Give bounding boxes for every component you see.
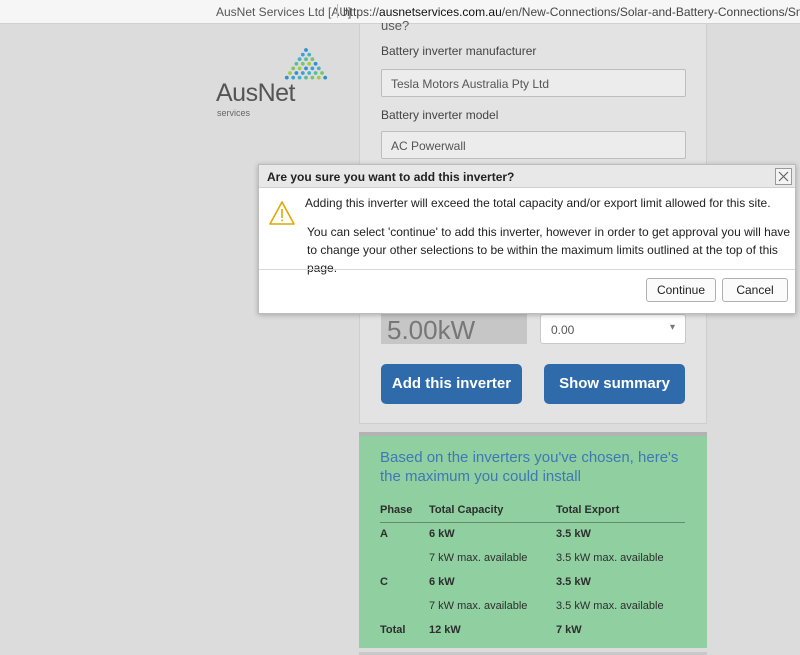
dialog-divider [259, 269, 795, 270]
export-limit-select[interactable]: 0.00 ▾ [540, 314, 686, 344]
manufacturer-field[interactable]: Tesla Motors Australia Pty Ltd [381, 69, 686, 97]
cell-phase: A [380, 528, 388, 541]
cell-phase: C [380, 576, 388, 588]
url-prefix: https:// [343, 5, 380, 19]
cell-phase: Total [380, 624, 406, 636]
warning-icon [269, 201, 295, 225]
capacity-display: 5.00kW [381, 314, 527, 345]
dialog-title: Are you sure you want to add this invert… [267, 170, 515, 184]
cell-capacity: 7 kW max. available [429, 600, 528, 612]
cell-phase [380, 546, 429, 570]
cell-export: 3.5 kW max. available [556, 600, 664, 612]
show-summary-button[interactable]: Show summary [544, 364, 685, 404]
table-row: Total 12 kW 7 kW [380, 618, 685, 642]
model-field[interactable]: AC Powerwall [381, 131, 686, 159]
close-icon[interactable] [775, 168, 792, 185]
cell-capacity: 12 kW [429, 624, 461, 636]
header-total-capacity: Total Capacity [429, 498, 556, 523]
ausnet-logo[interactable]: AusNet services [216, 44, 336, 124]
site-identity: AusNet Services Ltd [AU] [216, 5, 352, 19]
table-row: 7 kW max. available 3.5 kW max. available [380, 594, 685, 618]
summary-table: Phase Total Capacity Total Export A 6 kW 3… [380, 498, 685, 642]
export-limit-value: 0.00 [551, 323, 575, 337]
chevron-down-icon: ▾ [669, 322, 675, 333]
dialog-message-exceed: Adding this inverter will exceed the tot… [305, 196, 771, 210]
cell-export: 3.5 kW [556, 528, 591, 541]
summary-panel: Based on the inverters you've chosen, he… [359, 432, 707, 648]
cell-export: 3.5 kW max. available [556, 552, 664, 564]
dialog-header: Are you sure you want to add this invert… [259, 165, 795, 188]
summary-title: Based on the inverters you've chosen, he… [380, 449, 679, 485]
table-row: C 6 kW 3.5 kW [380, 570, 685, 594]
address-text[interactable]: https://ausnetservices.com.au/en/New-Con… [343, 5, 800, 19]
summary-header-row: Phase Total Capacity Total Export [380, 498, 685, 523]
cell-export: 7 kW [556, 624, 582, 636]
truncated-question: use? [381, 18, 410, 33]
logo-subtext: services [217, 108, 251, 118]
header-phase: Phase [380, 498, 429, 523]
table-row: A 6 kW 3.5 kW [380, 522, 685, 546]
url-host: ausnetservices.com.au [379, 5, 502, 19]
confirm-dialog: Are you sure you want to add this invert… [258, 164, 796, 314]
url-path: /en/New-Connections/Solar-and-Battery-Co… [501, 5, 800, 19]
header-total-export: Total Export [556, 498, 685, 523]
cell-capacity: 6 kW [429, 576, 455, 588]
manufacturer-label: Battery inverter manufacturer [381, 44, 537, 58]
add-inverter-button[interactable]: Add this inverter [381, 364, 522, 404]
continue-button[interactable]: Continue [646, 278, 716, 302]
table-row: 7 kW max. available 3.5 kW max. available [380, 546, 685, 570]
cell-export: 3.5 kW [556, 576, 591, 588]
cancel-button[interactable]: Cancel [722, 278, 788, 302]
url-separator [337, 4, 338, 18]
cell-capacity: 6 kW [429, 528, 455, 541]
model-label: Battery inverter model [381, 108, 499, 122]
cell-capacity: 7 kW max. available [429, 552, 528, 564]
logo-wordmark: AusNet [216, 79, 295, 107]
cell-phase [380, 594, 429, 618]
